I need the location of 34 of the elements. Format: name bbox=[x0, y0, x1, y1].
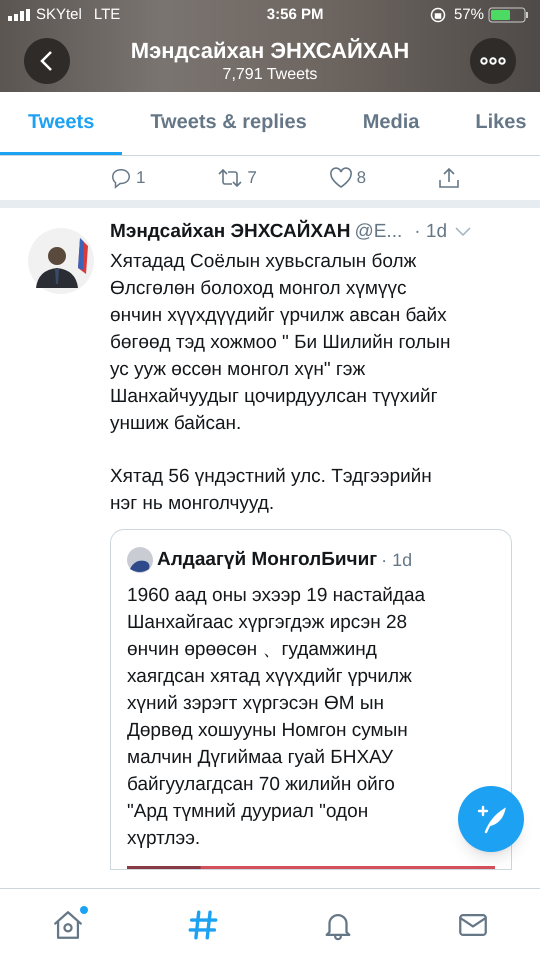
profile-tab[interactable]: Likes bbox=[447, 92, 540, 155]
tweet-text: Хятадад Соёлын хувьсгалын болж Өлсгөлөн болоход монгол хүмүүс өнчин хүүхдүүдийг үрчилж авсан байх бөгөөд тэд хожмоо " Би Шилийн голын ус ууж өссөн монгол хүн" гэж Шанхайчуудыг цочирдуулсан түүхийг уншиж байсан. bbox=[110, 250, 452, 436]
chevron-left-icon bbox=[39, 50, 55, 72]
tweet-time: · 1d bbox=[414, 220, 448, 244]
profile-name: Мэндсайхан ЭНХСАЙХАН bbox=[130, 37, 410, 65]
tweet-count: 7,791 Tweets bbox=[222, 64, 318, 85]
clock: 3:56 PM bbox=[266, 4, 324, 25]
tweet-text: Хятад 56 үндэстний улс. Тэдгээрийн нэг нь монголчууд. bbox=[110, 464, 433, 516]
back-button[interactable] bbox=[24, 38, 70, 84]
quote-avatar bbox=[127, 547, 153, 573]
author-name: Мэндсайхан ЭНХСАЙХАН bbox=[110, 220, 350, 244]
signal-icon bbox=[8, 9, 32, 21]
carrier-name: SKYtel bbox=[36, 4, 82, 25]
quote-author-name: Алдаагүй МонголБичиг bbox=[157, 548, 378, 572]
share-icon[interactable] bbox=[438, 166, 460, 190]
quote-text: 1960 аад оны эхээр 19 настайдаа Шанхайгаас хүргэгдэж ирсэн 28 өнчин өрөөсөн 、гудамжинд хаягдсан хятад хүүхдийг үрчилж хүний зэрэгт хүргэсэн ӨМ ын Дөрвөд хошууны Номгон сумын малчин Дүгиймаа гуай БНХАУ байгуулагдсан 70 жилийн ойго "Ард түмний дууриал "одон хүртлээ. bbox=[127, 584, 426, 852]
profile-tab[interactable]: Tweets bbox=[0, 92, 122, 155]
heart-icon bbox=[328, 167, 353, 189]
hashtag-icon[interactable] bbox=[186, 908, 220, 942]
retweet-button[interactable]: 7 bbox=[217, 165, 257, 191]
more-icon bbox=[480, 57, 506, 65]
reply-button[interactable]: 1 bbox=[110, 165, 146, 191]
retweet-icon bbox=[217, 167, 244, 189]
speech-bubble-icon bbox=[110, 167, 132, 189]
network-type: LTE bbox=[94, 4, 120, 25]
profile-tab[interactable]: Media bbox=[334, 92, 448, 155]
quote-time: · 1d bbox=[381, 548, 412, 572]
profile-tab[interactable]: Tweets & replies bbox=[122, 92, 335, 155]
author-handle: @E... bbox=[354, 220, 402, 244]
avatar bbox=[28, 228, 94, 294]
more-button[interactable] bbox=[470, 38, 516, 84]
rotation-lock-icon bbox=[430, 7, 446, 23]
battery-percent: 57% bbox=[454, 4, 484, 25]
like-button[interactable]: 8 bbox=[328, 165, 366, 191]
